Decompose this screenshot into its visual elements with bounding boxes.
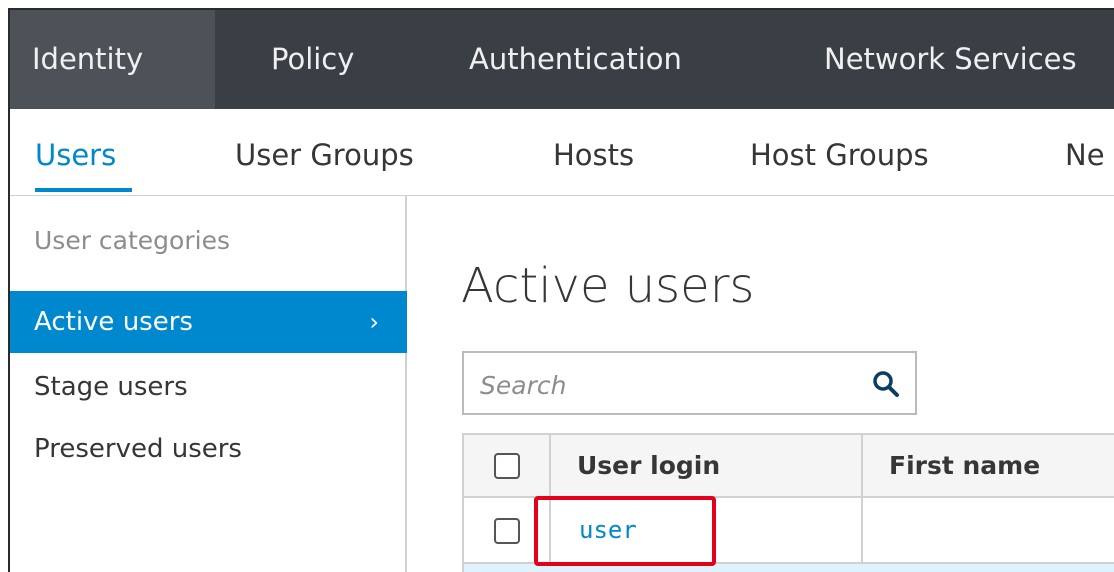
tab-netgroups-truncated[interactable]: Ne: [1065, 109, 1105, 195]
sidebar-item-label: Stage users: [34, 372, 188, 402]
chevron-right-icon: ›: [369, 308, 379, 336]
page-title: Active users: [461, 258, 755, 314]
sidebar-item-stage-users[interactable]: Stage users: [10, 356, 407, 418]
select-all-cell: [464, 435, 551, 496]
sidebar: User categories Active users › Stage use…: [10, 196, 407, 572]
column-header-user-login[interactable]: User login: [551, 435, 863, 496]
tab-host-groups[interactable]: Host Groups: [750, 109, 929, 195]
app-frame: Identity Policy Authentication Network S…: [8, 8, 1114, 572]
tab-users[interactable]: Users: [35, 109, 116, 195]
highlight-annotation-box: [534, 496, 716, 566]
column-label: User login: [577, 451, 721, 480]
sidebar-item-label: Active users: [34, 307, 193, 337]
tab-user-groups[interactable]: User Groups: [235, 109, 414, 195]
table-header: User login First name: [464, 433, 1114, 498]
top-nav-network-services[interactable]: Network Services: [765, 10, 1077, 109]
top-nav-authentication[interactable]: Authentication: [415, 10, 765, 109]
search-icon[interactable]: [871, 369, 901, 399]
search-box: [462, 351, 917, 415]
active-tab-underline: [35, 188, 132, 192]
search-input[interactable]: [478, 365, 842, 405]
sidebar-item-preserved-users[interactable]: Preserved users: [10, 418, 407, 480]
top-nav-policy[interactable]: Policy: [215, 10, 415, 109]
row-checkbox[interactable]: [494, 518, 520, 544]
top-navigation: Identity Policy Authentication Network S…: [10, 10, 1114, 109]
first-name-cell: [863, 498, 1114, 562]
select-all-checkbox[interactable]: [494, 453, 520, 479]
tab-hosts[interactable]: Hosts: [553, 109, 634, 195]
sidebar-item-label: Preserved users: [34, 434, 242, 464]
column-label: First name: [889, 451, 1041, 480]
top-nav-identity[interactable]: Identity: [10, 10, 215, 109]
sub-navigation: Users User Groups Hosts Host Groups Ne: [10, 109, 1114, 196]
column-header-first-name[interactable]: First name: [863, 435, 1114, 496]
sidebar-item-active-users[interactable]: Active users ›: [10, 291, 407, 353]
sidebar-heading: User categories: [34, 226, 230, 255]
